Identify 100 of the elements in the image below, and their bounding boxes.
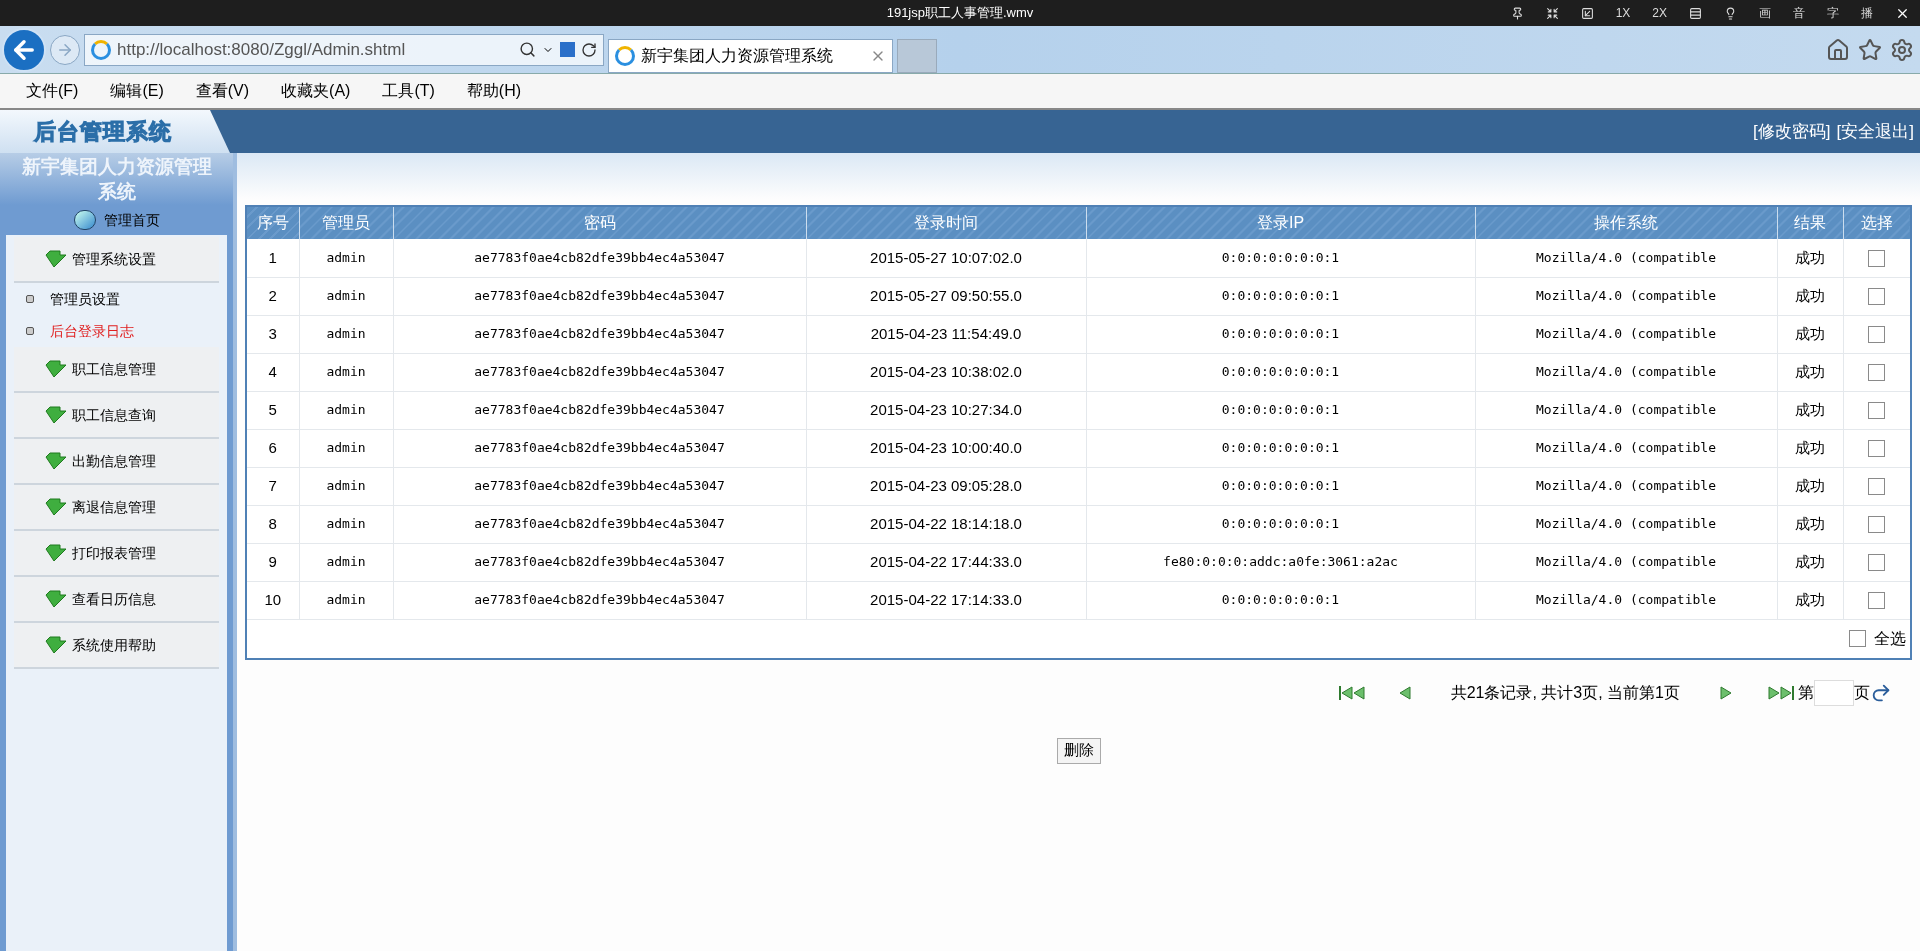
row-checkbox[interactable] [1868, 288, 1886, 306]
table-cell: 3 [247, 315, 299, 353]
row-checkbox[interactable] [1868, 478, 1886, 496]
table-cell: 0:0:0:0:0:0:0:1 [1086, 505, 1475, 543]
select-all-label: 全选 [1874, 628, 1906, 649]
menu-item[interactable]: 帮助(H) [454, 79, 534, 103]
speed-button[interactable]: 1X [1615, 4, 1631, 22]
table-cell: 0:0:0:0:0:0:0:1 [1086, 277, 1475, 315]
list-icon[interactable] [1689, 6, 1702, 20]
table-cell: ae7783f0ae4cb82dfe39bb4ec4a53047 [393, 315, 806, 353]
table-cell: 0:0:0:0:0:0:0:1 [1086, 239, 1475, 277]
header-link[interactable]: [安全退出] [1836, 118, 1914, 145]
row-checkbox[interactable] [1868, 554, 1886, 572]
sidebar-item[interactable]: 职工信息查询 [14, 393, 219, 439]
speed-button[interactable]: 2X [1652, 4, 1667, 22]
shrink-icon[interactable] [1545, 6, 1559, 20]
table-cell: 2015-04-22 18:14:18.0 [806, 505, 1086, 543]
select-all-checkbox[interactable] [1849, 630, 1866, 647]
previous-page-icon[interactable] [1398, 685, 1411, 700]
row-checkbox[interactable] [1868, 402, 1886, 420]
table-cell: 成功 [1777, 581, 1843, 619]
table-cell: admin [299, 315, 393, 353]
sidebar-item[interactable]: 查看日历信息 [14, 577, 219, 623]
home-icon[interactable] [1826, 37, 1850, 62]
window-icon[interactable] [1580, 6, 1594, 20]
table-cell: ae7783f0ae4cb82dfe39bb4ec4a53047 [393, 429, 806, 467]
column-header: 操作系统 [1475, 207, 1777, 239]
table-cell: 成功 [1777, 429, 1843, 467]
row-checkbox[interactable] [1868, 440, 1886, 458]
star-icon[interactable] [1858, 37, 1882, 62]
row-checkbox[interactable] [1868, 364, 1886, 382]
table-cell: 2015-04-23 10:00:40.0 [806, 429, 1086, 467]
player-option-button[interactable]: 播 [1861, 4, 1873, 22]
table-cell: 0:0:0:0:0:0:0:1 [1086, 581, 1475, 619]
sidebar-item[interactable]: 职工信息管理 [14, 347, 219, 393]
table-cell: ae7783f0ae4cb82dfe39bb4ec4a53047 [393, 543, 806, 581]
menu-item[interactable]: 编辑(E) [98, 79, 176, 103]
table-cell: Mozilla/4.0 (compatible [1475, 239, 1777, 277]
table-cell: admin [299, 505, 393, 543]
submenu-item[interactable]: 后台登录日志 [50, 320, 134, 342]
table-cell: ae7783f0ae4cb82dfe39bb4ec4a53047 [393, 581, 806, 619]
player-option-button[interactable]: 画 [1759, 4, 1771, 22]
sidebar-item[interactable]: 出勤信息管理 [14, 439, 219, 485]
table-cell: 2015-04-23 10:38:02.0 [806, 353, 1086, 391]
menu-item[interactable]: 查看(V) [183, 79, 262, 103]
sidebar-item[interactable]: 打印报表管理 [14, 531, 219, 577]
table-cell: 8 [247, 505, 299, 543]
table-cell: admin [299, 543, 393, 581]
submenu-item[interactable]: 管理员设置 [50, 288, 120, 310]
table-cell: 成功 [1777, 391, 1843, 429]
sidebar-item[interactable]: 管理系统设置 [14, 237, 219, 283]
column-header: 管理员 [299, 207, 393, 239]
table-cell: 0:0:0:0:0:0:0:1 [1086, 429, 1475, 467]
table-cell: admin [299, 353, 393, 391]
last-page-icon[interactable] [1768, 685, 1794, 700]
page-input[interactable] [1814, 679, 1854, 706]
column-header: 序号 [247, 207, 299, 239]
sidebar-title: 新宇集团人力资源管理系统 [21, 156, 212, 202]
table-cell: 1 [247, 239, 299, 277]
table-cell: 成功 [1777, 277, 1843, 315]
table-cell: ae7783f0ae4cb82dfe39bb4ec4a53047 [393, 239, 806, 277]
table-cell: admin [299, 581, 393, 619]
sidebar-item[interactable]: 系统使用帮助 [14, 623, 219, 669]
table-cell: 2015-04-22 17:14:33.0 [806, 581, 1086, 619]
bulb-icon[interactable] [1724, 6, 1737, 20]
player-option-button[interactable]: 音 [1793, 4, 1805, 22]
table-cell: ae7783f0ae4cb82dfe39bb4ec4a53047 [393, 391, 806, 429]
sidebar-item[interactable]: 离退信息管理 [14, 485, 219, 531]
back-button[interactable] [2, 27, 46, 72]
bullet-icon [26, 327, 34, 335]
search-icon[interactable] [519, 41, 536, 58]
delete-button[interactable]: 删除 [1056, 737, 1101, 764]
first-page-icon[interactable] [1338, 685, 1365, 700]
row-checkbox[interactable] [1868, 250, 1886, 267]
row-checkbox[interactable] [1868, 592, 1886, 610]
table-cell: Mozilla/4.0 (compatible [1475, 467, 1777, 505]
table-cell: ae7783f0ae4cb82dfe39bb4ec4a53047 [393, 467, 806, 505]
logo-text: 后台管理系统 [34, 118, 172, 146]
menu-item[interactable]: 收藏夹(A) [269, 79, 363, 103]
page-label: 第 [1798, 682, 1814, 703]
table-cell: 2 [247, 277, 299, 315]
menu-item[interactable]: 工具(T) [370, 79, 447, 103]
row-checkbox[interactable] [1868, 516, 1886, 534]
settings-icon[interactable] [1890, 37, 1914, 62]
browser-tab[interactable]: 新宇集团人力资源管理系统 [608, 39, 893, 73]
table-cell: 2015-05-27 09:50:55.0 [806, 277, 1086, 315]
player-option-button[interactable]: 字 [1827, 4, 1839, 22]
header-link[interactable]: [修改密码] [1753, 118, 1831, 145]
refresh-icon[interactable] [581, 41, 597, 58]
table-cell: Mozilla/4.0 (compatible [1475, 277, 1777, 315]
menu-item[interactable]: 文件(F) [14, 79, 91, 103]
next-page-icon[interactable] [1720, 685, 1732, 700]
row-checkbox[interactable] [1868, 326, 1886, 344]
address-field[interactable]: http://localhost:8080/Zggl/Admin.shtml [84, 33, 604, 66]
column-header: 登录IP [1086, 207, 1475, 239]
pin-icon[interactable] [1510, 6, 1524, 20]
column-header: 密码 [393, 207, 806, 239]
home-link[interactable]: 管理首页 [103, 209, 160, 231]
table-cell: 2015-04-23 10:27:34.0 [806, 391, 1086, 429]
table-cell: 0:0:0:0:0:0:0:1 [1086, 467, 1475, 505]
